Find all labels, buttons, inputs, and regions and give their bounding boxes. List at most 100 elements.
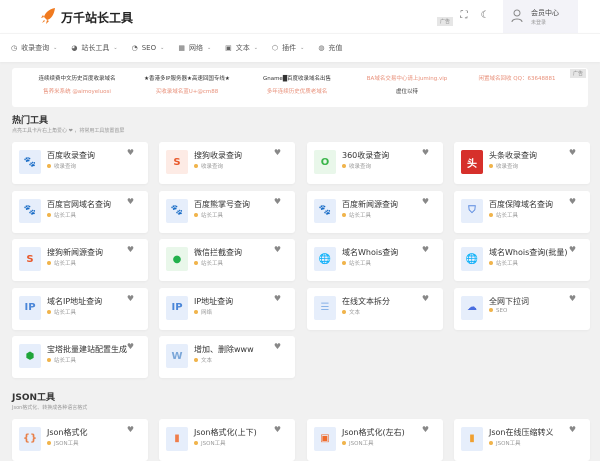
tool-card[interactable]: S 搜狗新闻源查询 站长工具 ♥: [12, 239, 148, 281]
fullscreen-icon[interactable]: ⛶: [458, 10, 470, 22]
nav-icon: ◔: [131, 44, 138, 52]
tool-card[interactable]: O 360收录查询 收录查询 ♥: [307, 142, 443, 184]
tool-category: JSON工具: [47, 439, 79, 447]
ad-link[interactable]: 连续续费中文历史百度收录域名: [22, 74, 132, 82]
nav-item-5[interactable]: ⬡ 插件 ⌄: [272, 43, 304, 53]
heart-favorite-icon[interactable]: ♥: [569, 245, 576, 254]
tool-card[interactable]: ● 微信拦截查询 站长工具 ♥: [159, 239, 295, 281]
site-title[interactable]: 万千站长工具: [61, 9, 133, 26]
tool-category: 站长工具: [47, 356, 76, 364]
chevron-down-icon: ⌄: [113, 45, 118, 51]
nav-item-4[interactable]: ▣ 文本 ⌄: [225, 43, 258, 53]
member-center-button[interactable]: 会员中心 未登录: [503, 0, 578, 33]
nav-item-2[interactable]: ◔ SEO ⌄: [132, 44, 165, 52]
tool-card[interactable]: ⬢ 宝塔批量建站配置生成 站长工具 ♥: [12, 336, 148, 378]
tool-card[interactable]: ⛉ 百度保障域名查询 站长工具 ♥: [454, 190, 590, 233]
tool-name: 360收录查询: [342, 151, 390, 160]
heart-favorite-icon[interactable]: ♥: [274, 197, 281, 206]
tool-name: Json格式化(上下): [194, 427, 257, 437]
tool-card[interactable]: S 搜狗收录查询 收录查询 ♥: [159, 142, 295, 184]
chevron-down-icon: ⌄: [53, 45, 58, 51]
tool-name: 全网下拉词: [489, 296, 529, 306]
heart-favorite-icon[interactable]: ♥: [274, 342, 281, 351]
tool-card[interactable]: 🌐 域名Whois查询 站长工具 ♥: [307, 239, 443, 281]
tool-card[interactable]: 🐾 百度官网域名查询 站长工具 ♥: [12, 190, 148, 233]
tool-category: 收录查询: [47, 162, 76, 170]
section-subtitle: 点亮工具卡片右上角爱心 ❤ ，将常用工具放置首屏: [12, 128, 125, 134]
heart-favorite-icon[interactable]: ♥: [422, 425, 429, 434]
heart-favorite-icon[interactable]: ♥: [274, 245, 281, 254]
heart-favorite-icon[interactable]: ♥: [422, 294, 429, 303]
heart-favorite-icon[interactable]: ♥: [274, 148, 281, 157]
tool-card[interactable]: ▮ Json在线压缩转义 JSON工具 ♥: [454, 418, 590, 461]
ad-link[interactable]: 售养米系统 @aimoyeluosi: [22, 87, 132, 95]
tool-card[interactable]: {} Json格式化 JSON工具 ♥: [12, 418, 148, 461]
tool-card[interactable]: 🌐 域名Whois查询(批量) 站长工具 ♥: [454, 239, 590, 281]
heart-favorite-icon[interactable]: ♥: [127, 294, 134, 303]
heart-favorite-icon[interactable]: ♥: [569, 197, 576, 206]
heart-favorite-icon[interactable]: ♥: [127, 148, 134, 157]
tool-category: 收录查询: [194, 162, 223, 170]
tool-card[interactable]: ▣ Json格式化(左右) JSON工具 ♥: [307, 418, 443, 461]
rocket-logo-icon[interactable]: [40, 7, 56, 25]
tool-name: 百度保障域名查询: [489, 199, 553, 209]
sogou-icon: S: [19, 247, 41, 271]
tool-card[interactable]: W 增加、删除www 文本 ♥: [159, 336, 295, 378]
heart-favorite-icon[interactable]: ♥: [422, 245, 429, 254]
globe-icon: 🌐: [314, 247, 336, 271]
tool-category: JSON工具: [342, 439, 374, 447]
main-nav: ◷ 收录查询 ⌄ ◕ 站长工具 ⌄ ◔ SEO ⌄ ▦ 网络 ⌄ ▣ 文本 ⌄ ⬡ 插件 ⌄ ◍ 充值: [0, 33, 600, 62]
tool-category: 文本: [194, 356, 212, 364]
tool-card[interactable]: ▮ Json格式化(上下) JSON工具 ♥: [159, 418, 295, 461]
tool-card[interactable]: 🐾 百度收录查询 收录查询 ♥: [12, 142, 148, 184]
tool-name: 搜狗新闻源查询: [47, 248, 103, 257]
dark-mode-moon-icon[interactable]: ☾: [479, 10, 491, 22]
heart-favorite-icon[interactable]: ♥: [127, 425, 134, 434]
ad-link[interactable]: 买收录域名蓝U+@cm88: [132, 87, 242, 95]
tool-category: 站长工具: [194, 211, 223, 219]
tool-card[interactable]: 🐾 百度新闻源查询 站长工具 ♥: [307, 190, 443, 233]
ad-link[interactable]: 多年连续历史优质老域名: [242, 87, 352, 95]
nav-item-0[interactable]: ◷ 收录查询 ⌄: [11, 43, 57, 53]
section-title: JSON工具: [12, 392, 56, 403]
login-status: 未登录: [531, 20, 547, 26]
baidu-paw-icon: 🐾: [19, 150, 41, 174]
heart-favorite-icon[interactable]: ♥: [569, 294, 576, 303]
360-icon: O: [314, 150, 336, 174]
tool-card[interactable]: 🐾 百度熊掌号查询 站长工具 ♥: [159, 190, 295, 233]
tool-name: 百度收录查询: [47, 151, 95, 160]
tool-name: IP地址查询: [194, 296, 234, 306]
tool-name: 在线文本拆分: [342, 296, 390, 306]
ad-link[interactable]: ★香港多IP服务器★高速回国专线★: [132, 74, 242, 82]
tool-card[interactable]: 头头条收录查询 收录查询 ♥: [454, 142, 590, 184]
heart-favorite-icon[interactable]: ♥: [274, 294, 281, 303]
nav-item-1[interactable]: ◕ 站长工具 ⌄: [71, 43, 117, 53]
heart-favorite-icon[interactable]: ♥: [127, 342, 134, 351]
tool-card[interactable]: IP 域名IP地址查询 站长工具 ♥: [12, 287, 148, 330]
nav-icon: ◷: [11, 44, 18, 52]
heart-favorite-icon[interactable]: ♥: [422, 197, 429, 206]
tool-card[interactable]: ☰ 在线文本拆分 文本 ♥: [307, 287, 443, 330]
heart-favorite-icon[interactable]: ♥: [127, 197, 134, 206]
ad-link[interactable]: 闲置域名回收 QQ：63648881: [462, 74, 572, 82]
nav-item-6[interactable]: ◍ 充值: [318, 43, 342, 53]
tool-category: JSON工具: [489, 439, 521, 447]
ad-link[interactable]: 虚位以待: [352, 87, 462, 95]
tool-category: 站长工具: [194, 259, 223, 267]
heart-favorite-icon[interactable]: ♥: [274, 425, 281, 434]
heart-favorite-icon[interactable]: ♥: [127, 245, 134, 254]
tool-category: 收录查询: [489, 162, 518, 170]
nav-icon: ◕: [71, 44, 78, 52]
ad-link[interactable]: BA域名交易中心请上juming.vip: [352, 74, 462, 82]
tool-category: 站长工具: [342, 211, 371, 219]
bear-paw-icon: 🐾: [166, 198, 188, 223]
ip-icon: IP: [166, 295, 188, 320]
tool-card[interactable]: ☁ 全网下拉词 SEO ♥: [454, 287, 590, 330]
nav-label: 站长工具: [81, 44, 110, 52]
heart-favorite-icon[interactable]: ♥: [569, 148, 576, 157]
heart-favorite-icon[interactable]: ♥: [422, 148, 429, 157]
heart-favorite-icon[interactable]: ♥: [569, 425, 576, 434]
nav-item-3[interactable]: ▦ 网络 ⌄: [178, 43, 211, 53]
tool-card[interactable]: IP IP地址查询 网络 ♥: [159, 287, 295, 330]
ad-link[interactable]: Gname█百度收录域名出售: [242, 74, 352, 82]
